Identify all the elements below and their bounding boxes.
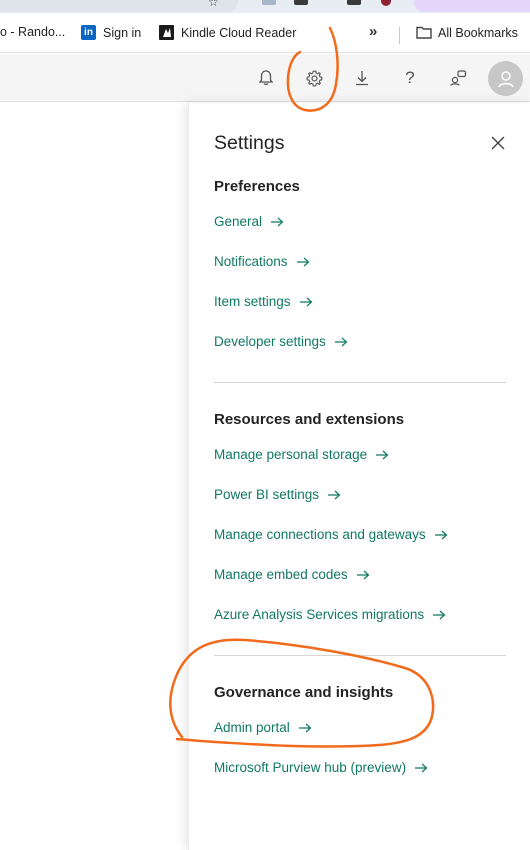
arrow-right-icon [271,217,284,226]
arrow-right-icon [298,723,312,732]
help-button[interactable]: ? [396,64,424,92]
link-manage-connections-gateways[interactable]: Manage connections and gateways [214,527,448,542]
section-divider [214,382,506,383]
bookmarks-overflow-button[interactable]: » [369,23,378,40]
section-divider [214,655,506,656]
link-admin-portal[interactable]: Admin portal [214,720,312,735]
link-azure-analysis-migrations[interactable]: Azure Analysis Services migrations [214,607,446,622]
bookmark-label: Sign in [103,25,142,40]
settings-panel: Settings Preferences General Notificatio… [188,103,530,850]
link-manage-embed-codes[interactable]: Manage embed codes [214,567,370,582]
bookmark-star-icon[interactable]: ☆ [208,0,219,9]
main-content [0,103,188,850]
arrow-right-icon [296,257,309,266]
all-bookmarks-button[interactable]: All Bookmarks [416,25,518,40]
link-label: Item settings [214,294,291,309]
folder-icon [416,25,432,40]
arrow-right-icon [328,490,341,499]
link-label: Manage personal storage [214,447,368,462]
bell-icon [258,70,274,85]
bookmarks-bar: o - Rando... in Sign in Kindle Cloud Rea… [0,13,530,53]
link-item-settings[interactable]: Item settings [214,294,313,309]
link-label: Azure Analysis Services migrations [214,607,425,622]
link-label: Admin portal [214,720,290,735]
link-power-bi-settings[interactable]: Power BI settings [214,487,341,502]
help-icon: ? [405,68,415,87]
arrow-right-icon [376,450,389,459]
arrow-right-icon [334,337,348,346]
app-header: ? [0,54,530,102]
browser-action-pill[interactable] [414,0,530,12]
account-button[interactable] [488,61,523,96]
browser-tab-strip: ☆ [0,0,530,13]
linkedin-icon: in [81,25,96,40]
link-label: Power BI settings [214,487,320,502]
all-bookmarks-label: All Bookmarks [438,25,518,40]
link-manage-personal-storage[interactable]: Manage personal storage [214,447,389,462]
section-title-governance: Governance and insights [214,684,394,701]
bookmark-kindle[interactable]: Kindle Cloud Reader [159,25,296,40]
extension-icon[interactable] [294,0,308,5]
download-icon [356,71,368,86]
share-icon [450,70,467,86]
user-avatar-icon [497,70,514,87]
section-title-preferences: Preferences [214,178,300,195]
bookmark-linkedin[interactable]: in Sign in [81,25,141,40]
link-label: Microsoft Purview hub (preview) [214,760,407,775]
bookmark-label: Kindle Cloud Reader [181,25,297,40]
share-button[interactable] [444,64,472,92]
bookmark-item[interactable]: o - Rando... [0,25,65,39]
arrow-right-icon [356,570,369,579]
link-microsoft-purview-hub[interactable]: Microsoft Purview hub (preview) [214,760,428,775]
arrow-right-icon [434,530,448,539]
arrow-right-icon [299,297,312,306]
gear-icon [306,70,322,86]
arrow-right-icon [415,763,428,772]
bookmark-label: o - Rando... [0,25,66,39]
close-icon [491,136,505,150]
settings-title: Settings [214,132,285,154]
download-button[interactable] [348,64,376,92]
close-settings-button[interactable] [488,133,508,153]
link-label: Manage connections and gateways [214,527,426,542]
settings-button[interactable] [300,64,328,92]
profile-icon[interactable] [381,0,391,6]
kindle-icon [159,25,174,40]
link-notifications[interactable]: Notifications [214,254,310,269]
extension-icon[interactable] [347,0,361,5]
extension-icon[interactable] [262,0,276,5]
link-label: General [214,214,263,229]
link-label: Developer settings [214,334,326,349]
link-label: Notifications [214,254,288,269]
link-developer-settings[interactable]: Developer settings [214,334,348,349]
arrow-right-icon [433,610,446,619]
address-bar[interactable] [0,0,238,12]
notifications-button[interactable] [252,64,280,92]
link-label: Manage embed codes [214,567,348,582]
bookmarks-separator [399,27,400,44]
section-title-resources: Resources and extensions [214,411,405,428]
link-general[interactable]: General [214,214,284,229]
